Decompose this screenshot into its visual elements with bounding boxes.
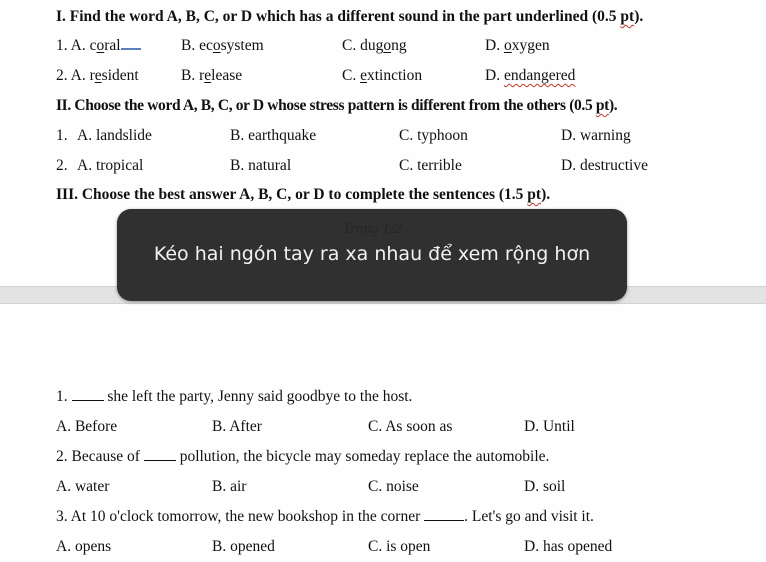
option-b: B. natural bbox=[230, 157, 292, 174]
option-d: D. has opened bbox=[524, 538, 613, 555]
option-d: D. oxygen bbox=[485, 37, 550, 54]
answer-blank bbox=[424, 508, 465, 521]
zoom-hint-toast: Trang 1/2 Kéo hai ngón tay ra xa nhau để… bbox=[117, 209, 627, 301]
option-c: C. terrible bbox=[399, 157, 462, 174]
option-a: A. Before bbox=[56, 418, 118, 435]
option-d: D. soil bbox=[524, 478, 566, 495]
option-a: 1. A. coral bbox=[56, 37, 141, 55]
option-c: C. is open bbox=[368, 538, 431, 555]
option-a: A. opens bbox=[56, 538, 112, 555]
option-d: D. destructive bbox=[561, 157, 648, 174]
option-c: C. noise bbox=[368, 478, 419, 495]
section3-heading: III. Choose the best answer A, B, C, or … bbox=[56, 186, 551, 203]
option-b: B. opened bbox=[212, 538, 275, 555]
option-b: B. release bbox=[181, 67, 243, 84]
question-number: 1. bbox=[56, 127, 68, 144]
option-b: B. air bbox=[212, 478, 247, 495]
option-a: 2. A. resident bbox=[56, 67, 139, 84]
option-a: A. water bbox=[56, 478, 110, 495]
option-b: B. earthquake bbox=[230, 127, 317, 144]
option-d: D. warning bbox=[561, 127, 631, 144]
option-d: D. endangered bbox=[485, 67, 576, 84]
toast-message: Kéo hai ngón tay ra xa nhau để xem rộng … bbox=[153, 243, 591, 265]
answer-blank bbox=[71, 388, 104, 401]
question-text: 3. At 10 o'clock tomorrow, the new books… bbox=[56, 508, 594, 525]
option-b: B. ecosystem bbox=[181, 37, 264, 54]
option-d: D. Until bbox=[524, 418, 575, 435]
option-c: C. typhoon bbox=[399, 127, 468, 144]
option-a: A. tropical bbox=[77, 157, 144, 174]
question-text: 2. Because of pollution, the bicycle may… bbox=[56, 448, 550, 465]
option-c: C. extinction bbox=[342, 67, 423, 84]
option-c: C. As soon as bbox=[368, 418, 453, 435]
option-b: B. After bbox=[212, 418, 262, 435]
question-number: 2. bbox=[56, 157, 68, 174]
answer-blank bbox=[143, 448, 176, 461]
page-indicator: Trang 1/2 bbox=[342, 221, 402, 237]
underline-mark bbox=[120, 47, 141, 50]
option-c: C. dugong bbox=[342, 37, 407, 54]
question-text: 1. she left the party, Jenny said goodby… bbox=[56, 388, 413, 405]
option-a: A. landslide bbox=[77, 127, 152, 144]
section2-heading: II. Choose the word A, B, C, or D whose … bbox=[56, 97, 618, 114]
section1-heading: I. Find the word A, B, C, or D which has… bbox=[56, 8, 644, 25]
